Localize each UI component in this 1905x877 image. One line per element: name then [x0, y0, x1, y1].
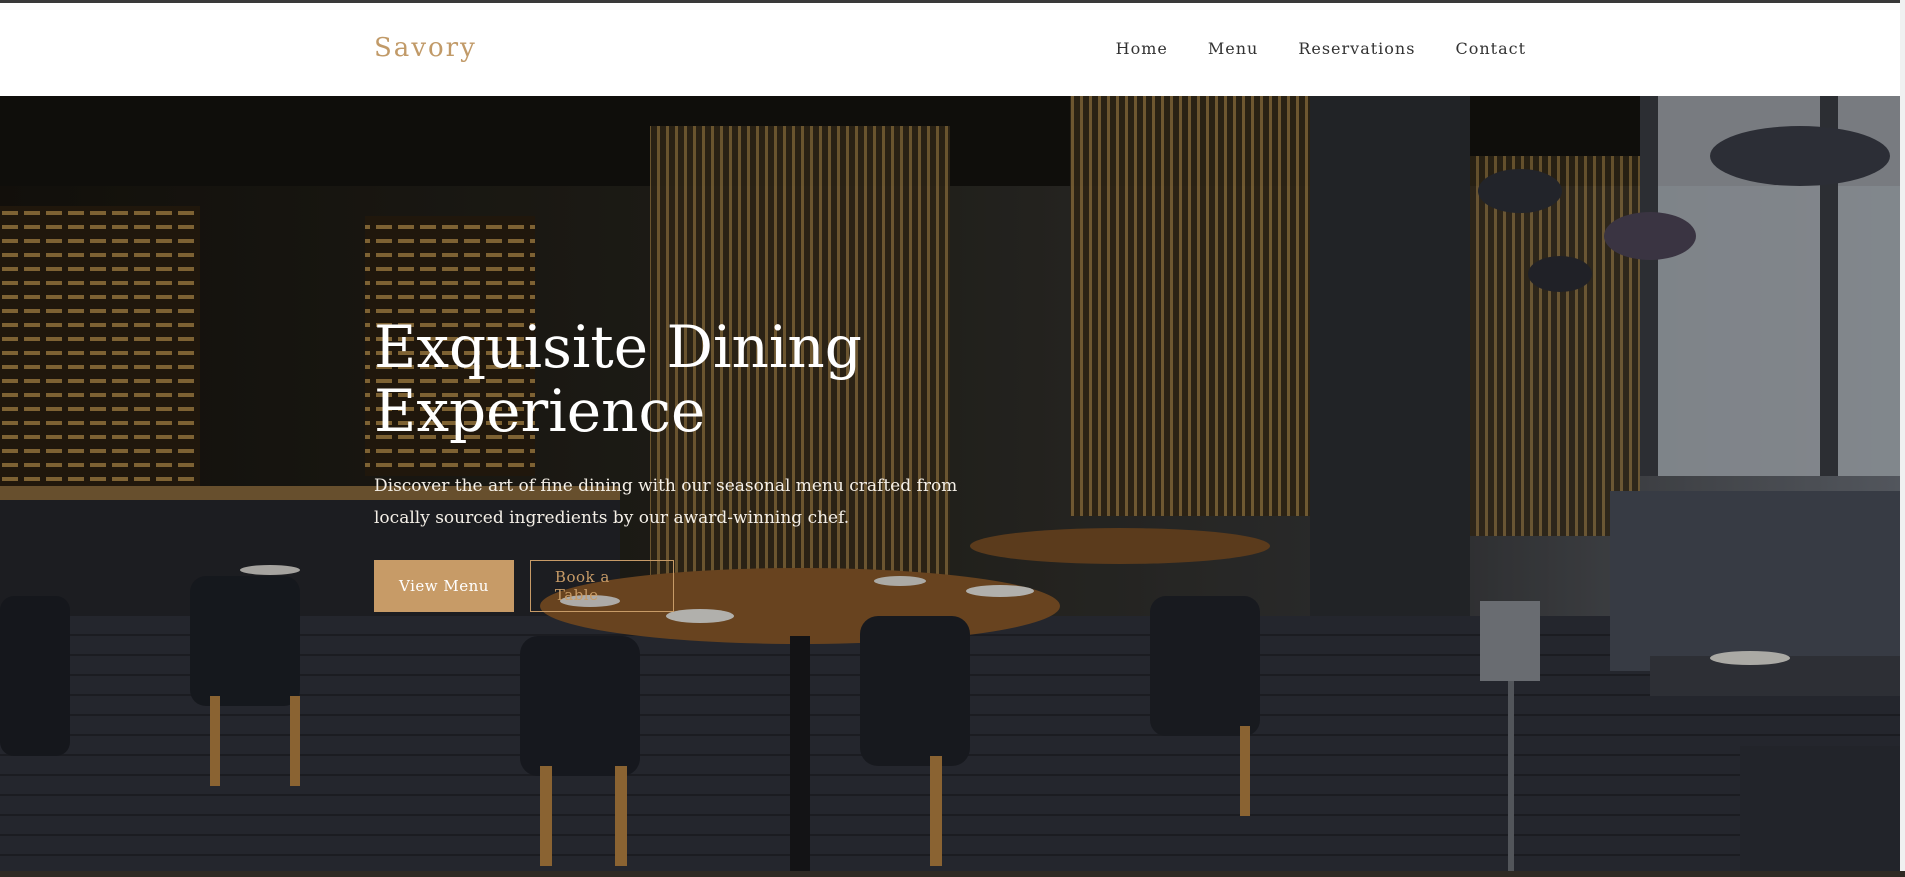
- hero-description: Discover the art of fine dining with our…: [374, 475, 958, 528]
- brand-logo[interactable]: Savory: [374, 33, 477, 63]
- hero-content: Exquisite Dining Experience Discover the…: [374, 313, 1194, 612]
- hero-section: Exquisite Dining Experience Discover the…: [0, 96, 1900, 871]
- nav-link-menu[interactable]: Menu: [1208, 39, 1258, 58]
- next-section-edge: [0, 871, 1905, 877]
- hero-title: Exquisite Dining Experience: [374, 313, 862, 445]
- book-table-button[interactable]: Book a Table: [529, 559, 674, 612]
- view-menu-button[interactable]: View Menu: [374, 559, 514, 612]
- main-nav: Home Menu Reservations Contact: [1116, 39, 1526, 58]
- nav-link-contact[interactable]: Contact: [1455, 39, 1526, 58]
- hero-buttons: View Menu Book a Table: [374, 559, 1194, 612]
- nav-link-home[interactable]: Home: [1116, 39, 1168, 58]
- page-scrollbar[interactable]: [1900, 0, 1905, 877]
- nav-link-reservations[interactable]: Reservations: [1298, 39, 1415, 58]
- site-header: Savory Home Menu Reservations Contact: [0, 3, 1900, 96]
